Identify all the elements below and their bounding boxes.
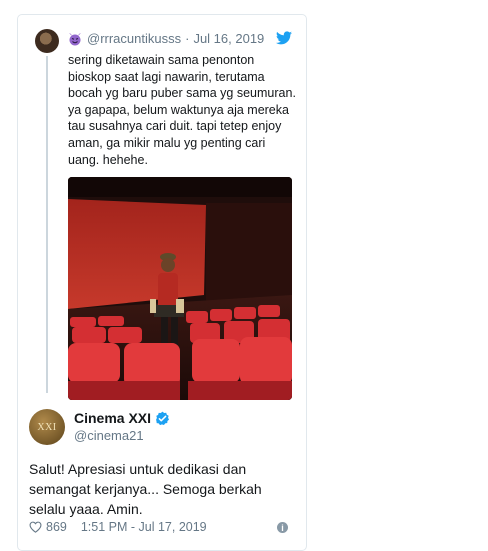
quoted-user-avatar[interactable] [35,29,59,53]
tweet-footer: 869 1:51 PM - Jul 17, 2019 [29,520,207,534]
verified-badge-icon [156,411,170,425]
separator-dot: · [185,31,190,46]
tweet-timestamp[interactable]: 1:51 PM - Jul 17, 2019 [81,520,207,534]
info-icon[interactable]: i [277,522,288,533]
thread-connector-line [46,56,48,393]
reply-author-name[interactable]: Cinema XXI [74,410,170,426]
avatar-logo-text: XXI [37,421,57,433]
cinema-xxi-avatar[interactable]: XXI [29,409,65,445]
twitter-bird-icon[interactable] [276,31,292,45]
author-name-text[interactable]: Cinema XXI [74,410,151,426]
quoted-tweet-text: sering diketawain sama penonton bioskop … [68,53,296,167]
quoted-tweet-header: @rrracuntikusss · Jul 16, 2019 [68,31,264,46]
reply-tweet-text: Salut! Apresiasi untuk dedikasi dan sema… [29,461,262,517]
reply-author-handle[interactable]: @cinema21 [74,428,144,443]
quoted-date[interactable]: Jul 16, 2019 [193,31,264,46]
quoted-handle[interactable]: @rrracuntikusss [87,31,181,46]
like-count[interactable]: 869 [46,520,67,534]
cinema-vendor-photo[interactable] [68,177,292,400]
heart-icon[interactable] [29,521,42,533]
smiling-devil-icon [68,32,82,46]
